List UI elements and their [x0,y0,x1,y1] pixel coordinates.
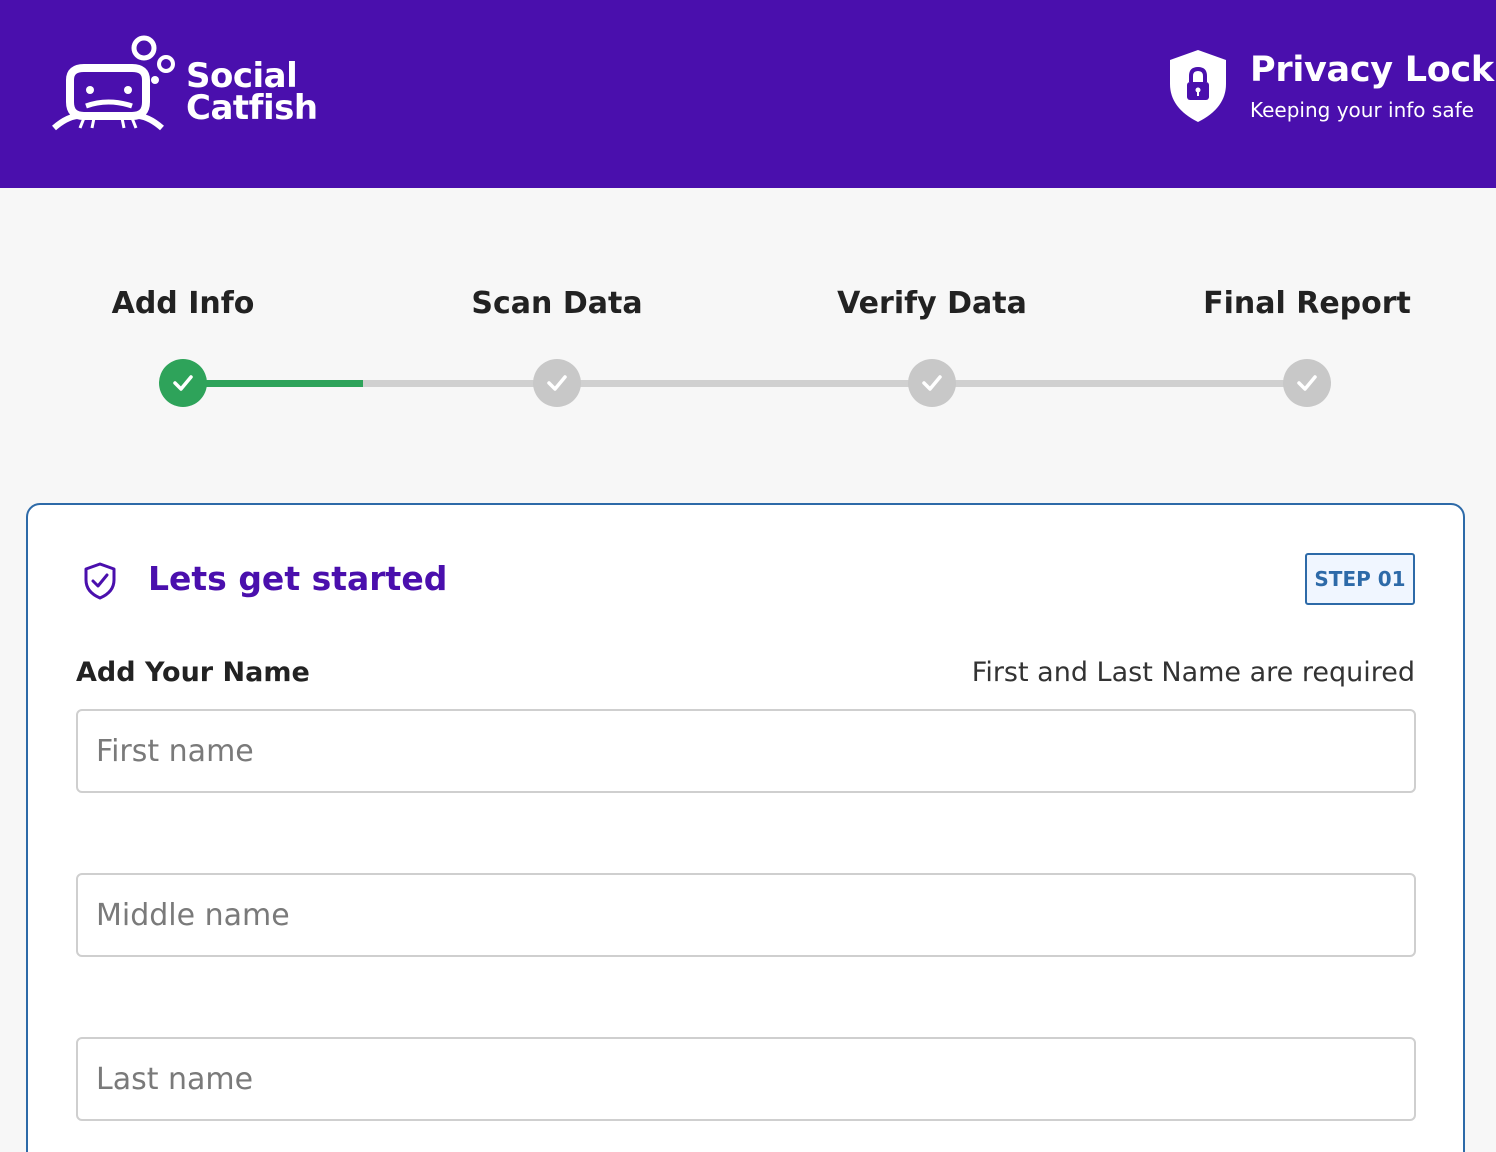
progress-stepper: Add Info Scan Data Verify Data Final Rep… [0,250,1496,430]
step-label-final-report: Final Report [1203,286,1411,321]
step-dot-scan-data [533,359,581,407]
logo-wordmark: Social Catfish [186,59,318,128]
first-name-input[interactable] [76,709,1416,793]
card-title: Lets get started [148,559,448,598]
site-header: Social Catfish Privacy Lock Keeping your… [0,0,1496,188]
check-icon [1297,375,1317,391]
step-label-add-info: Add Info [111,286,255,321]
logo-line-2: Catfish [186,88,318,128]
shield-lock-icon [1170,50,1226,122]
privacy-lock-title: Privacy Lock [1250,50,1494,90]
name-form-card: Lets get started STEP 01 Add Your Name F… [26,503,1465,1152]
step-dot-add-info [159,359,207,407]
step-dot-final-report [1283,359,1331,407]
add-your-name-label: Add Your Name [76,657,310,688]
shield-check-icon [84,562,116,600]
progress-fill [183,380,363,387]
social-catfish-logo[interactable]: Social Catfish [50,34,318,134]
step-badge: STEP 01 [1305,553,1415,605]
check-icon [547,375,567,391]
middle-name-input[interactable] [76,873,1416,957]
step-label-verify-data: Verify Data [837,286,1027,321]
check-icon [922,375,942,391]
step-dot-verify-data [908,359,956,407]
check-icon [173,375,193,391]
step-label-scan-data: Scan Data [471,286,643,321]
privacy-lock-subtitle: Keeping your info safe [1250,98,1474,122]
required-note: First and Last Name are required [971,657,1415,688]
privacy-lock-badge: Privacy Lock Keeping your info safe [1166,48,1494,128]
catfish-logo-icon [52,35,175,131]
last-name-input[interactable] [76,1037,1416,1121]
